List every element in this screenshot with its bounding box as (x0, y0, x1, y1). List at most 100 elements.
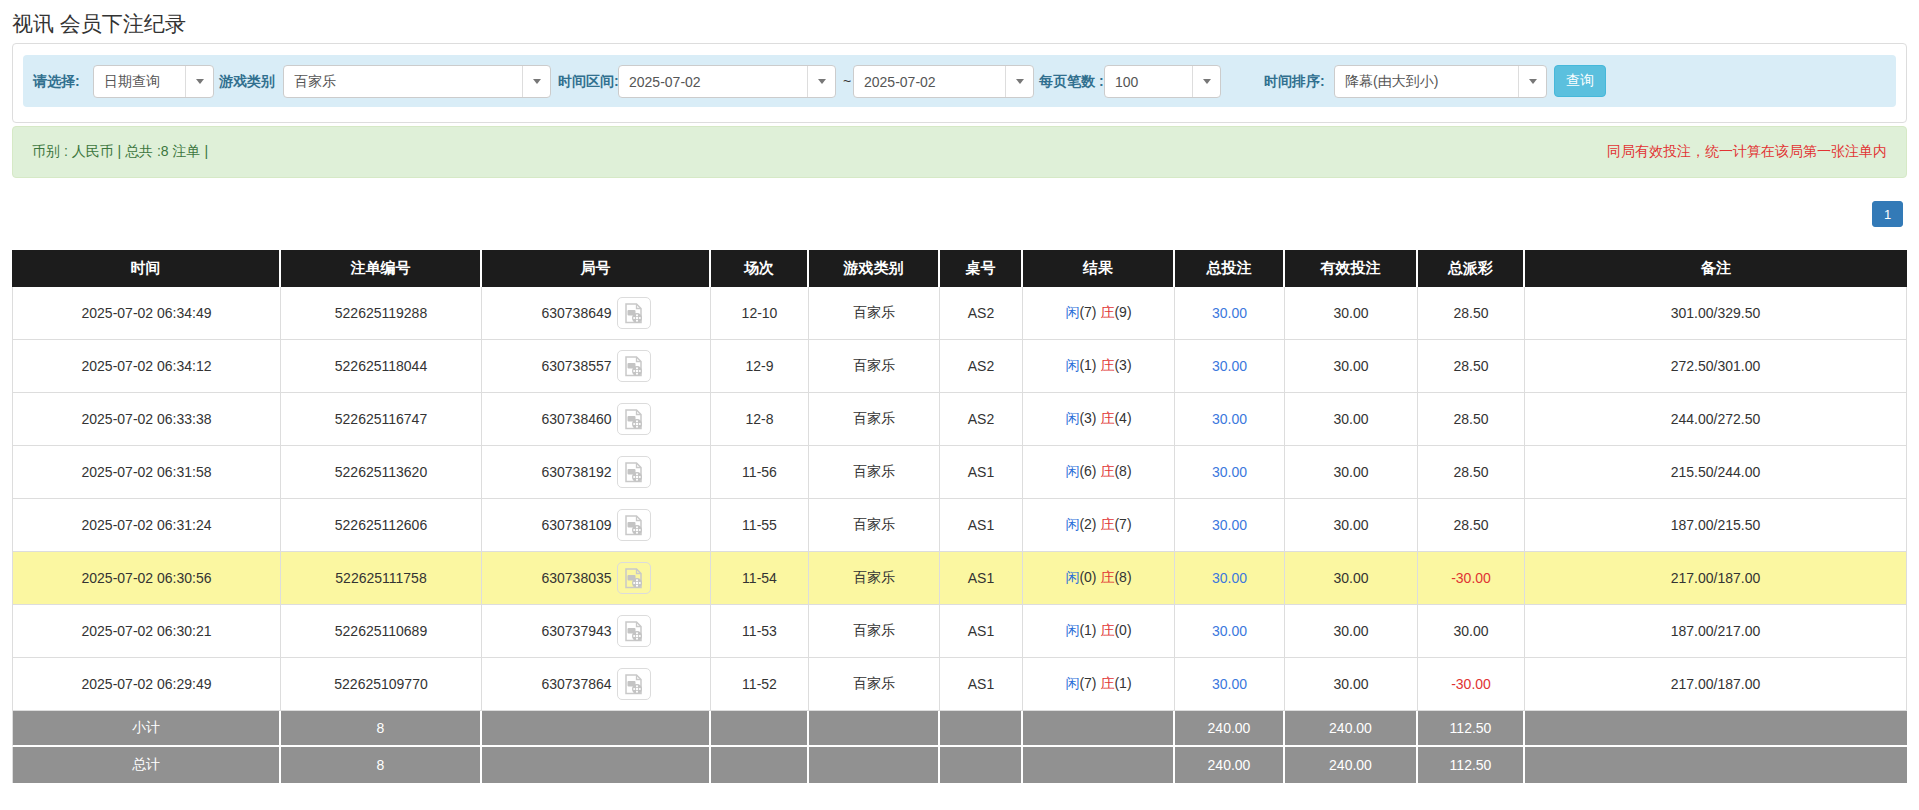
chevron-down-icon (1192, 66, 1220, 97)
summary-row: 小计 8 240.00 240.00 112.50 (12, 711, 1907, 747)
footer-count: 8 (281, 747, 482, 783)
filter-bar: 请选择: 日期查询 游戏类别 百家乐 时间区间: 2025-07-02 ~ 20… (23, 55, 1896, 107)
cell-bet-id: 522625119288 (281, 287, 482, 340)
result-player: 闲 (1065, 569, 1079, 585)
cell-payout: -30.00 (1418, 552, 1525, 605)
cell-table-no: AS1 (940, 552, 1023, 605)
cell-game-type: 百家乐 (809, 340, 940, 393)
result-banker-points: (3) (1114, 357, 1131, 373)
col-header-bet-id: 注单编号 (281, 250, 482, 287)
total-bet-link[interactable]: 30.00 (1212, 676, 1247, 692)
cell-table-no: AS1 (940, 446, 1023, 499)
total-bet-link[interactable]: 30.00 (1212, 358, 1247, 374)
cell-valid-bet: 30.00 (1285, 446, 1418, 499)
col-header-total-bet: 总投注 (1175, 250, 1285, 287)
page-size-select[interactable]: 100 (1104, 65, 1221, 98)
cell-total-bet: 30.00 (1175, 499, 1285, 552)
result-player: 闲 (1065, 622, 1079, 638)
page-size-value: 100 (1105, 74, 1192, 90)
table-header: 时间 注单编号 局号 场次 游戏类别 桌号 结果 总投注 有效投注 总派彩 备注 (12, 250, 1907, 287)
result-player-points: (6) (1079, 463, 1096, 479)
cell-bet-id: 522625118044 (281, 340, 482, 393)
result-player: 闲 (1065, 463, 1079, 479)
date-to-select[interactable]: 2025-07-02 (853, 65, 1034, 98)
page-size-label: 每页笔数 : (1039, 55, 1104, 107)
result-banker: 庄 (1100, 675, 1114, 691)
result-player: 闲 (1065, 304, 1079, 320)
cell-time: 2025-07-02 06:31:58 (12, 446, 281, 499)
cell-session: 12-8 (711, 393, 809, 446)
cell-game-type: 百家乐 (809, 287, 940, 340)
cell-game-type: 百家乐 (809, 605, 940, 658)
game-type-value: 百家乐 (284, 73, 522, 91)
footer-payout: 112.50 (1418, 711, 1525, 747)
query-mode-select[interactable]: 日期查询 (93, 65, 214, 98)
total-bet-link[interactable]: 30.00 (1212, 464, 1247, 480)
cell-remark: 187.00/215.50 (1525, 499, 1907, 552)
cell-total-bet: 30.00 (1175, 446, 1285, 499)
records-table: 时间 注单编号 局号 场次 游戏类别 桌号 结果 总投注 有效投注 总派彩 备注… (12, 250, 1907, 783)
cell-round-id: 630738109 (482, 499, 711, 552)
search-button[interactable]: 查询 (1554, 65, 1606, 97)
game-type-select[interactable]: 百家乐 (283, 65, 551, 98)
cell-session: 11-54 (711, 552, 809, 605)
time-range-label: 时间区间: (558, 55, 619, 107)
cell-time: 2025-07-02 06:34:49 (12, 287, 281, 340)
date-from-value: 2025-07-02 (619, 74, 807, 90)
result-banker-points: (9) (1114, 304, 1131, 320)
date-from-select[interactable]: 2025-07-02 (618, 65, 836, 98)
result-banker: 庄 (1100, 410, 1114, 426)
cell-table-no: AS2 (940, 393, 1023, 446)
pagination: 1 (12, 201, 1907, 227)
cell-payout: -30.00 (1418, 658, 1525, 711)
cell-valid-bet: 30.00 (1285, 340, 1418, 393)
round-id-value: 630738109 (541, 517, 611, 533)
footer-count: 8 (281, 711, 482, 747)
cell-remark: 272.50/301.00 (1525, 340, 1907, 393)
cell-result: 闲(0) 庄(8) (1023, 552, 1175, 605)
cell-table-no: AS1 (940, 605, 1023, 658)
cell-payout: 28.50 (1418, 287, 1525, 340)
video-snapshot-button[interactable] (617, 562, 651, 594)
video-snapshot-button[interactable] (617, 297, 651, 329)
film-snapshot-icon (622, 567, 645, 590)
film-snapshot-icon (622, 514, 645, 537)
total-bet-link[interactable]: 30.00 (1212, 411, 1247, 427)
video-snapshot-button[interactable] (617, 456, 651, 488)
col-header-session: 场次 (711, 250, 809, 287)
pagination-page-1[interactable]: 1 (1872, 201, 1903, 227)
result-banker-points: (8) (1114, 463, 1131, 479)
result-player: 闲 (1065, 357, 1079, 373)
table-body: 2025-07-02 06:34:49 522625119288 6307386… (12, 287, 1907, 711)
sort-value: 降幕(由大到小) (1335, 73, 1518, 91)
result-banker-points: (0) (1114, 622, 1131, 638)
col-header-result: 结果 (1023, 250, 1175, 287)
footer-total-bet: 240.00 (1175, 711, 1285, 747)
result-banker-points: (4) (1114, 410, 1131, 426)
result-player-points: (3) (1079, 410, 1096, 426)
cell-total-bet: 30.00 (1175, 605, 1285, 658)
video-snapshot-button[interactable] (617, 403, 651, 435)
cell-game-type: 百家乐 (809, 552, 940, 605)
sort-select[interactable]: 降幕(由大到小) (1334, 65, 1547, 98)
game-type-label: 游戏类别 (219, 55, 275, 107)
result-banker: 庄 (1100, 463, 1114, 479)
cell-valid-bet: 30.00 (1285, 605, 1418, 658)
video-snapshot-button[interactable] (617, 509, 651, 541)
cell-result: 闲(1) 庄(3) (1023, 340, 1175, 393)
cell-game-type: 百家乐 (809, 499, 940, 552)
cell-payout: 30.00 (1418, 605, 1525, 658)
total-bet-link[interactable]: 30.00 (1212, 570, 1247, 586)
cell-round-id: 630737864 (482, 658, 711, 711)
total-bet-link[interactable]: 30.00 (1212, 517, 1247, 533)
cell-round-id: 630738192 (482, 446, 711, 499)
cell-round-id: 630737943 (482, 605, 711, 658)
table-row: 2025-07-02 06:31:58 522625113620 6307381… (12, 446, 1907, 499)
col-header-time: 时间 (12, 250, 281, 287)
total-bet-link[interactable]: 30.00 (1212, 305, 1247, 321)
round-id-value: 630738460 (541, 411, 611, 427)
video-snapshot-button[interactable] (617, 668, 651, 700)
video-snapshot-button[interactable] (617, 350, 651, 382)
video-snapshot-button[interactable] (617, 615, 651, 647)
total-bet-link[interactable]: 30.00 (1212, 623, 1247, 639)
